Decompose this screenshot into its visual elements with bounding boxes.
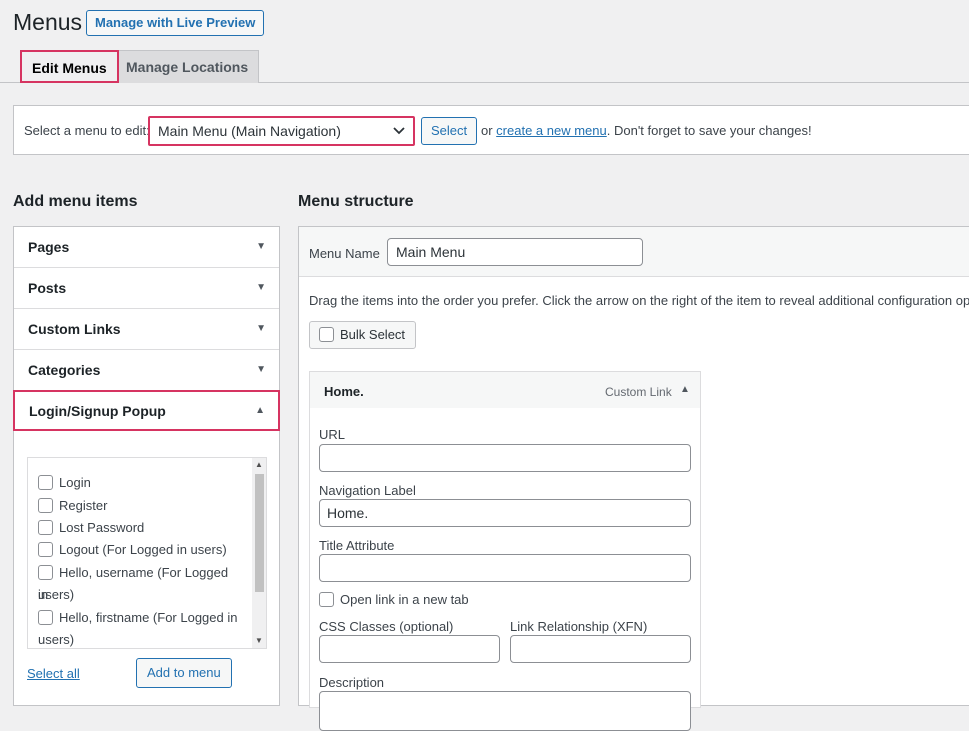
accordion-label: Posts [28,280,67,296]
list-item[interactable]: Logout (For Logged in users) [38,539,238,561]
checklist-scrollbar[interactable]: ▲ ▼ [252,458,266,648]
menu-select-value: Main Menu (Main Navigation) [158,123,341,139]
menu-select-dropdown[interactable]: Main Menu (Main Navigation) [148,116,415,146]
accordion-label: Login/Signup Popup [29,403,166,419]
css-classes-input[interactable] [319,635,500,663]
accordion-label: Categories [28,362,101,378]
navigation-label-input[interactable]: Home. [319,499,691,527]
item-label: Hello, firstname (For Logged in [59,610,238,625]
select-menu-button[interactable]: Select [421,117,478,145]
item-label: Register [59,498,108,513]
help-suffix: . Don't forget to save your changes! [606,123,812,138]
css-classes-label: CSS Classes (optional) [319,619,454,634]
item-label: users) [38,587,75,602]
item-label: Lost Password [59,520,145,535]
manage-live-preview-button[interactable]: Manage with Live Preview [86,10,265,36]
accordion-categories[interactable]: Categories ▼ [14,350,279,391]
checkbox[interactable] [38,520,53,535]
menu-item-header[interactable]: Home. Custom Link ▲ [309,371,701,409]
checkbox[interactable] [38,542,53,557]
select-menu-label: Select a menu to edit: [24,123,150,138]
caret-down-icon[interactable]: ▼ [256,268,266,308]
item-label: Login [59,475,91,490]
bulk-select-button[interactable]: Bulk Select [309,321,417,349]
new-tab-label: Open link in a new tab [340,592,469,607]
checkbox[interactable] [319,327,334,342]
menu-structure-heading: Menu structure [298,193,414,210]
item-label: Logout (For Logged in users) [59,542,227,557]
accordion-posts[interactable]: Posts ▼ [14,268,279,309]
select-all-link[interactable]: Select all [27,666,80,681]
tab-edit-menus[interactable]: Edit Menus [20,50,119,83]
list-item[interactable]: Register [38,495,238,517]
xfn-label: Link Relationship (XFN) [510,619,648,634]
title-attribute-label: Title Attribute [319,538,395,553]
select-help-text: or create a new menu. Don't forget to sa… [481,123,812,138]
menu-structure-panel: Menu Name Main Menu Drag the items into … [298,226,969,731]
menu-item-settings: URL Navigation Label Home. Title Attribu… [309,408,701,731]
caret-down-icon[interactable]: ▼ [256,227,266,267]
list-item-continuation: users) [38,584,238,606]
description-input[interactable] [319,691,691,731]
url-input[interactable] [319,444,691,472]
scroll-down-icon[interactable]: ▼ [255,636,263,645]
page-title: Menus [13,9,83,35]
add-menu-items-heading: Add menu items [13,193,138,210]
menu-select-bar: Select a menu to edit: Main Menu (Main N… [13,105,969,155]
checkbox[interactable] [38,565,53,580]
scroll-up-icon[interactable]: ▲ [255,460,263,469]
accordion-label: Custom Links [28,321,121,337]
list-item[interactable]: Hello, firstname (For Logged in [38,607,238,629]
menu-name-row: Menu Name Main Menu [299,227,969,277]
caret-down-icon[interactable]: ▼ [256,309,266,349]
caret-down-icon[interactable]: ▼ [256,350,266,390]
list-item[interactable]: Lost Password [38,517,238,539]
list-item[interactable]: Login [38,472,238,494]
caret-up-icon[interactable]: ▲ [680,384,690,395]
list-item-continuation: users) [38,629,238,648]
add-to-menu-button[interactable]: Add to menu [136,658,232,688]
checkbox[interactable] [319,592,334,607]
menu-name-input[interactable]: Main Menu [387,238,643,266]
title-attribute-input[interactable] [319,554,691,582]
chevron-down-icon [393,118,405,153]
new-tab-option[interactable]: Open link in a new tab [319,592,469,607]
accordion-label: Pages [28,239,70,255]
scrollbar-thumb[interactable] [255,474,264,592]
checkbox[interactable] [38,610,53,625]
accordion-custom-links[interactable]: Custom Links ▼ [14,309,279,350]
item-label: users) [38,632,75,647]
caret-up-icon[interactable]: ▲ [255,392,265,430]
drag-help-text: Drag the items into the order you prefer… [309,293,969,308]
navigation-label-label: Navigation Label [319,483,416,498]
xfn-input[interactable] [510,635,691,663]
create-new-menu-link[interactable]: create a new menu [496,123,607,138]
url-label: URL [319,427,346,442]
description-label: Description [319,675,385,690]
menu-item-title: Home. [324,384,364,399]
bulk-select-label: Bulk Select [340,327,406,342]
help-prefix: or [481,123,497,138]
menu-item-type: Custom Link [605,385,672,399]
tab-manage-locations[interactable]: Manage Locations [115,50,260,83]
popup-items-checklist: Login Register Lost Password Logout (For… [27,457,267,649]
accordion-login-signup-popup[interactable]: Login/Signup Popup ▲ [13,390,280,431]
checkbox[interactable] [38,475,53,490]
menu-name-label: Menu Name [309,246,380,261]
add-menu-items-accordion: Pages ▼ Posts ▼ Custom Links ▼ Categorie… [13,226,280,706]
accordion-pages[interactable]: Pages ▼ [14,227,279,268]
checkbox[interactable] [38,498,53,513]
